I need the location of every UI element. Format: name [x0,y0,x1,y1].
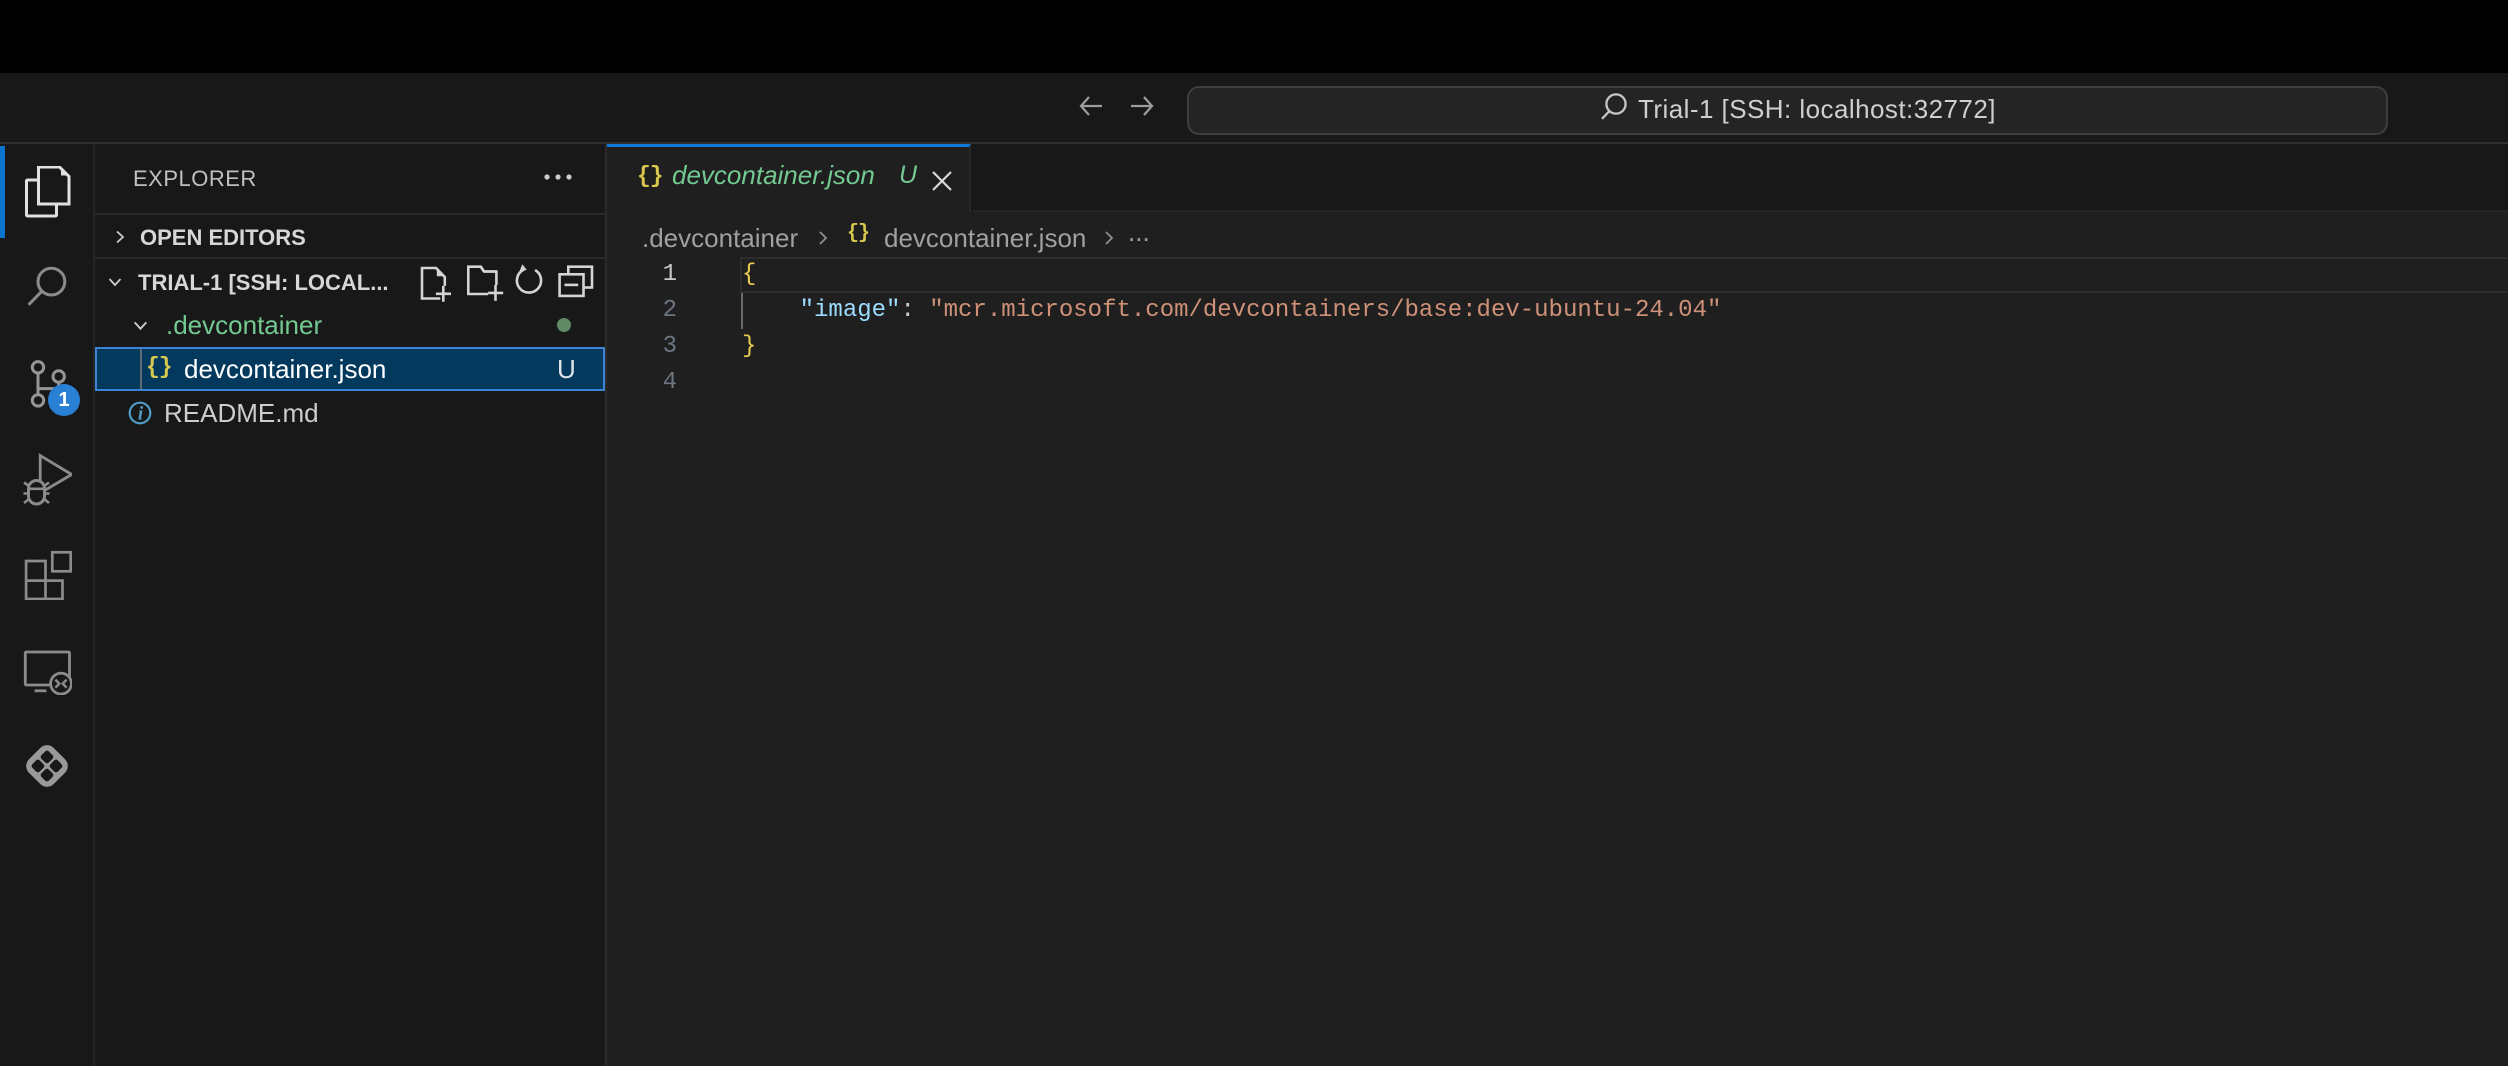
svg-text:i: i [138,404,144,425]
